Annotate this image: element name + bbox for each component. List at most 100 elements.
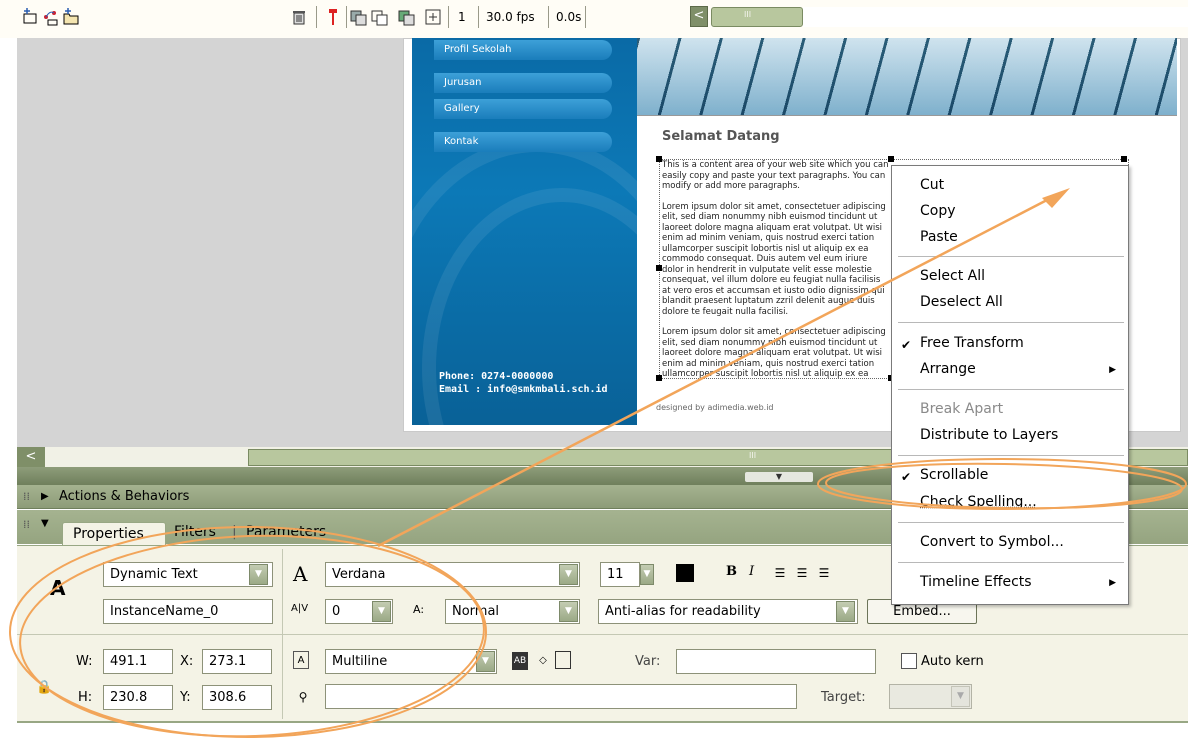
panel-grip-icon: ⁞⁞	[23, 490, 30, 503]
text-color-swatch[interactable]	[676, 564, 694, 582]
panel-grip-icon: ⁞⁞	[23, 518, 30, 531]
trash-icon[interactable]	[290, 8, 308, 26]
selection-handle[interactable]	[656, 265, 662, 271]
tab-parameters[interactable]: Parameters	[246, 524, 326, 540]
auto-kern-checkbox[interactable]	[901, 653, 917, 669]
selection-handle[interactable]	[888, 156, 894, 162]
instance-name-value: InstanceName_0	[110, 604, 219, 619]
font-size-slider-button[interactable]: ▼	[640, 564, 654, 585]
chevron-down-icon[interactable]: ▼	[249, 564, 268, 585]
font-size-input[interactable]: 11	[600, 562, 640, 587]
collapse-panels-button[interactable]: ▼	[745, 472, 813, 482]
font-value: Verdana	[332, 567, 386, 582]
menu-separator	[898, 322, 1124, 323]
tab-properties[interactable]: Properties	[62, 522, 166, 545]
menu-item-select-all[interactable]: Select All	[920, 268, 985, 284]
thumb-grip: III	[749, 451, 757, 460]
y-value: 308.6	[209, 690, 247, 705]
menu-separator	[898, 389, 1124, 390]
width-input[interactable]: 491.1	[103, 649, 173, 674]
menu-item-paste[interactable]: Paste	[920, 229, 958, 245]
panel-bottom	[17, 721, 1188, 753]
menu-item-convert-to-symbol[interactable]: Convert to Symbol...	[920, 534, 1064, 550]
character-position-value: Normal	[452, 604, 500, 619]
font-icon: A	[293, 562, 308, 586]
tab-filters[interactable]: Filters	[174, 524, 216, 540]
url-link-input[interactable]	[325, 684, 797, 709]
selection-handle[interactable]	[1121, 156, 1127, 162]
menu-item-check-spelling[interactable]: Check Spelling...	[920, 494, 1037, 510]
chevron-down-icon[interactable]: ▼	[372, 601, 391, 622]
menu-item-cut[interactable]: Cut	[920, 177, 944, 193]
email-text: Email : info@smkmbali.sch.id	[439, 384, 608, 395]
x-input[interactable]: 273.1	[202, 649, 272, 674]
center-frame-icon[interactable]	[324, 8, 342, 26]
menu-item-free-transform[interactable]: Free Transform	[920, 335, 1024, 351]
motion-guide-icon[interactable]	[42, 8, 60, 26]
collapse-arrow-icon[interactable]: ▼	[41, 518, 49, 529]
show-border-icon[interactable]	[555, 651, 571, 669]
link-icon: ⚲	[298, 690, 308, 704]
line-type-select[interactable]: Multiline	[325, 649, 497, 674]
height-input[interactable]: 230.8	[103, 685, 173, 710]
insert-layer-icon[interactable]	[22, 8, 40, 26]
modify-onion-markers-icon[interactable]	[424, 8, 442, 26]
font-select[interactable]: Verdana	[325, 562, 580, 587]
render-as-html-icon[interactable]: AB	[512, 652, 528, 670]
text-type-select[interactable]: Dynamic Text	[103, 562, 273, 587]
nav-gallery[interactable]: Gallery	[434, 99, 612, 119]
align-left-icon[interactable]: ☰	[772, 564, 788, 582]
stage-scroll-left-button[interactable]: <	[17, 447, 45, 467]
timeline-scroll-track[interactable]	[803, 7, 1188, 27]
menu-item-timeline-effects[interactable]: Timeline Effects	[920, 574, 1032, 590]
menu-item-distribute-to-layers[interactable]: Distribute to Layers	[920, 427, 1058, 443]
bold-button[interactable]: B	[726, 564, 737, 579]
chevron-down-icon[interactable]: ▼	[559, 601, 578, 622]
thumb-grip: III	[744, 10, 752, 19]
lock-proportions-icon[interactable]: 🔒	[36, 680, 52, 695]
anti-alias-select[interactable]: Anti-alias for readability	[598, 599, 858, 624]
chevron-down-icon[interactable]: ▼	[476, 651, 495, 672]
font-size-value: 11	[607, 567, 624, 582]
tab-separator: |	[232, 524, 237, 540]
width-label: W:	[76, 654, 93, 669]
italic-button[interactable]: I	[749, 564, 754, 579]
edit-multiple-frames-icon[interactable]	[398, 8, 416, 26]
chevron-down-icon[interactable]: ▼	[559, 564, 578, 585]
menu-item-arrange[interactable]: Arrange	[920, 361, 976, 377]
render-html-toggle-icon[interactable]: ◇	[535, 652, 551, 670]
nav-kontak[interactable]: Kontak	[434, 132, 612, 152]
menu-item-deselect-all[interactable]: Deselect All	[920, 294, 1003, 310]
selection-handle[interactable]	[656, 375, 662, 381]
insert-folder-icon[interactable]	[62, 8, 80, 26]
x-label: X:	[180, 654, 194, 669]
align-right-icon[interactable]: ☰	[816, 564, 832, 582]
onion-skin-icon[interactable]	[350, 8, 368, 26]
onion-skin-outlines-icon[interactable]	[371, 8, 389, 26]
line-type-value: Multiline	[332, 654, 388, 669]
menu-separator	[898, 455, 1124, 456]
menu-separator	[898, 562, 1124, 563]
menu-item-scrollable[interactable]: Scrollable	[920, 467, 988, 483]
check-icon: ✔	[901, 470, 912, 484]
selection-handle[interactable]	[656, 156, 662, 162]
chevron-down-icon[interactable]: ▼	[951, 686, 970, 707]
selectable-text-icon[interactable]: A	[293, 651, 309, 669]
nav-jurusan[interactable]: Jurusan	[434, 73, 612, 93]
menu-item-copy[interactable]: Copy	[920, 203, 956, 219]
align-center-icon[interactable]: ☰	[794, 564, 810, 582]
var-input[interactable]	[676, 649, 876, 674]
frame-rate[interactable]: 30.0 fps	[486, 10, 535, 24]
chevron-down-icon[interactable]: ▼	[836, 601, 855, 622]
timeline-toolbar: 1 30.0 fps 0.0s < III	[0, 0, 1188, 38]
timeline-scroll-left-button[interactable]: <	[690, 6, 708, 27]
timeline-scroll-thumb[interactable]: III	[711, 7, 803, 27]
y-input[interactable]: 308.6	[202, 685, 272, 710]
text-tool-icon: A	[50, 576, 66, 600]
target-label: Target:	[821, 690, 866, 705]
site-sidebar: Profil Sekolah Jurusan Gallery Kontak Ph…	[412, 38, 637, 425]
text-type-value: Dynamic Text	[110, 567, 198, 582]
nav-profil-sekolah[interactable]: Profil Sekolah	[434, 40, 612, 60]
divider	[282, 549, 283, 719]
instance-name-input[interactable]: InstanceName_0	[103, 599, 273, 624]
